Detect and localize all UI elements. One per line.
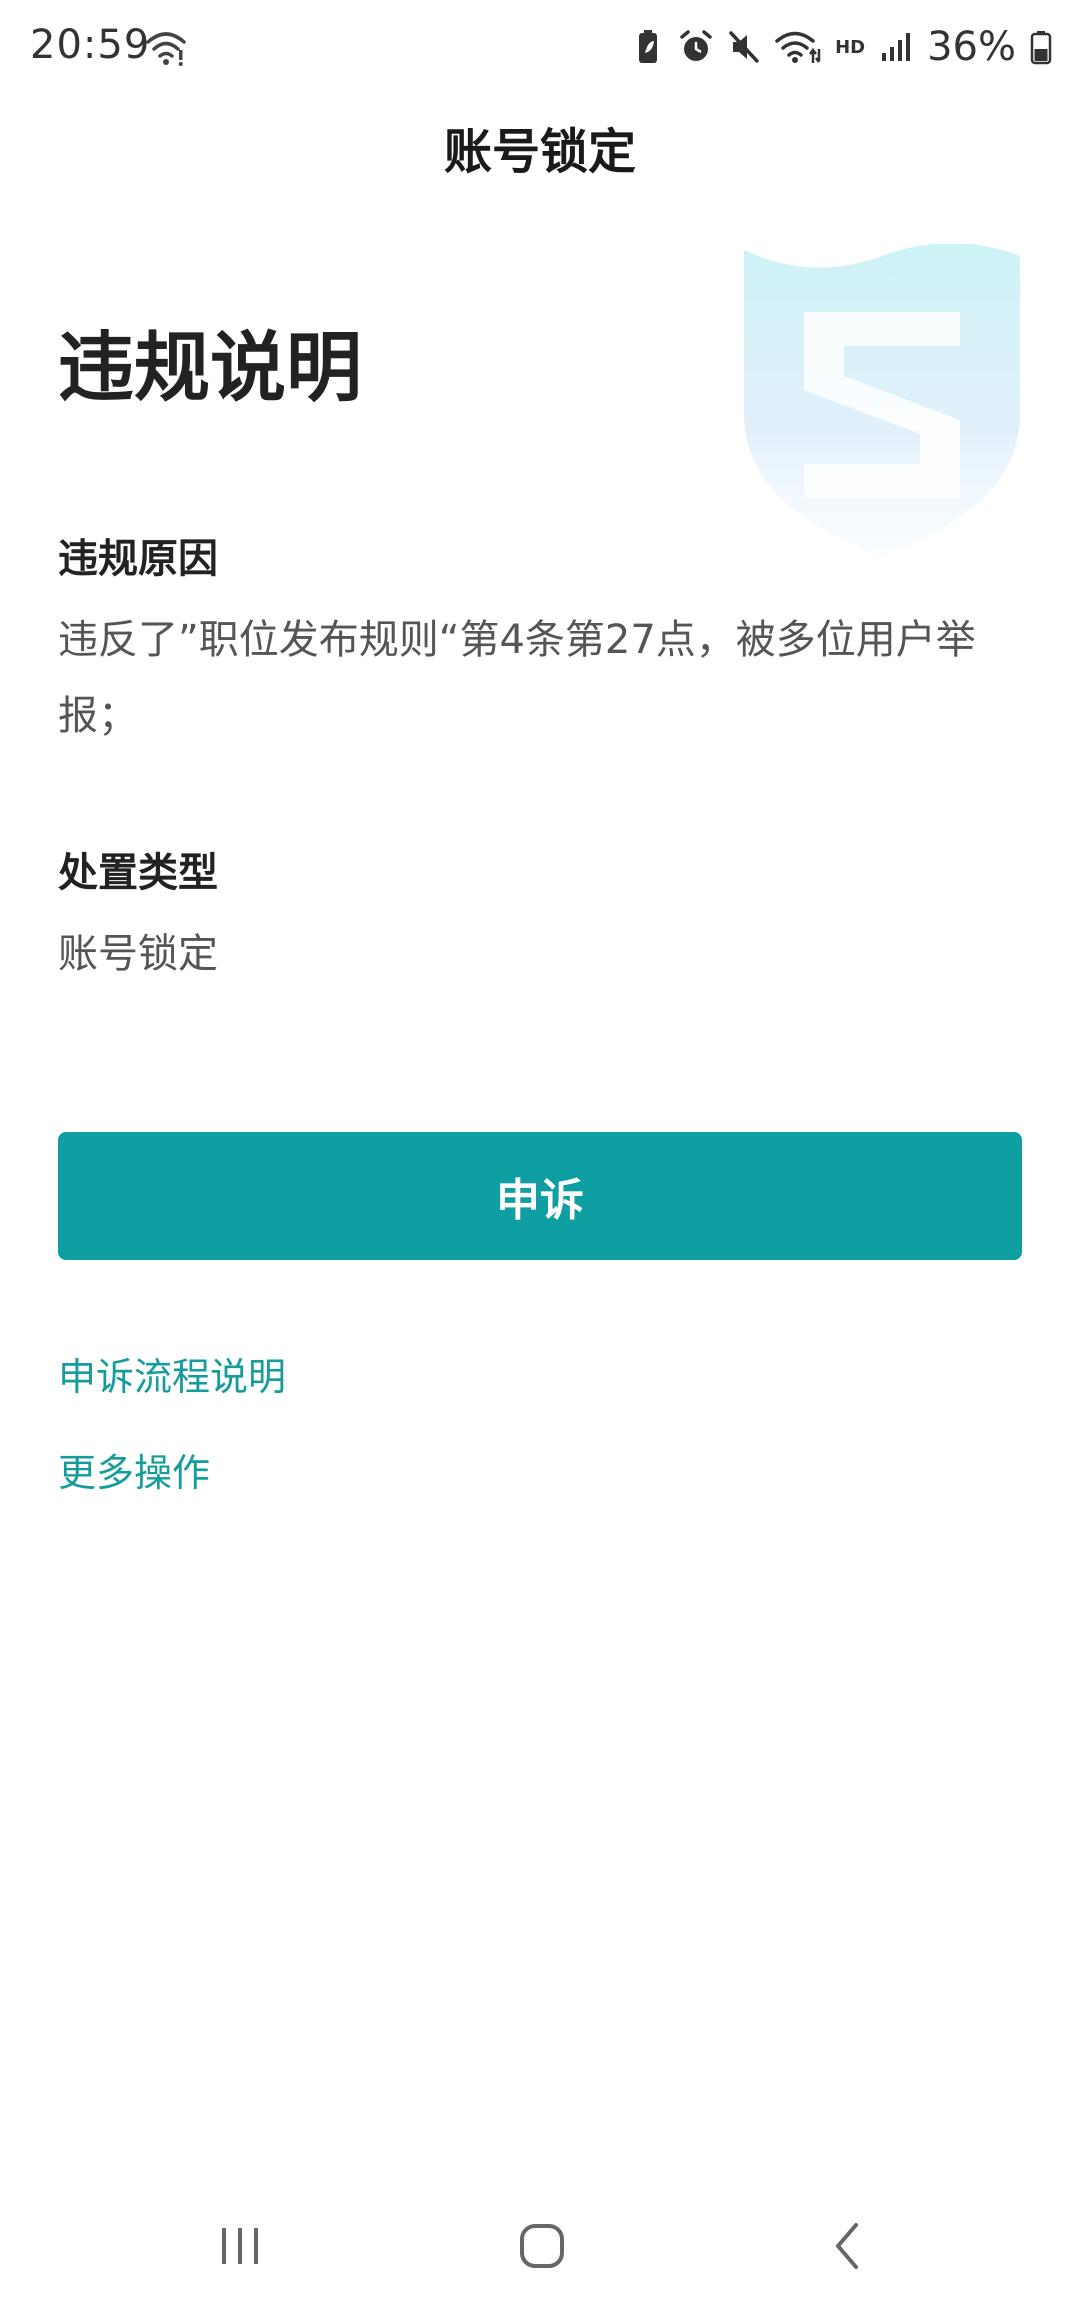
violation-heading: 违规说明 bbox=[58, 323, 362, 412]
battery-icon bbox=[1030, 31, 1052, 65]
home-button[interactable] bbox=[502, 2216, 582, 2276]
back-button[interactable] bbox=[808, 2216, 888, 2276]
appeal-button[interactable]: 申诉 bbox=[58, 1132, 1022, 1260]
signal-icon bbox=[882, 33, 911, 61]
status-time: 20:59 bbox=[30, 22, 151, 68]
wifi-icon bbox=[146, 32, 186, 66]
appeal-process-link[interactable]: 申诉流程说明 bbox=[58, 1346, 286, 1401]
alarm-icon bbox=[680, 30, 712, 61]
battery-percent: 36% bbox=[927, 24, 1016, 70]
disposal-type-text: 账号锁定 bbox=[58, 931, 218, 977]
wifi-data-icon bbox=[775, 31, 821, 63]
violation-reason-label: 违规原因 bbox=[58, 536, 218, 582]
hd-label: HD bbox=[835, 36, 866, 58]
shield-icon bbox=[744, 244, 1020, 556]
status-bar: 20:59 HD 36% bbox=[0, 0, 1080, 96]
recents-icon bbox=[222, 2228, 258, 2264]
battery-saver-icon bbox=[639, 30, 658, 63]
system-navigation-bar bbox=[0, 2196, 1080, 2316]
recents-button[interactable] bbox=[200, 2216, 280, 2276]
status-icons: HD 36% bbox=[631, 22, 1052, 72]
violation-reason-text: 违反了”职位发布规则“第4条第27点，被多位用户举报； bbox=[58, 617, 976, 739]
disposal-type-label: 处置类型 bbox=[58, 850, 218, 896]
more-actions-link[interactable]: 更多操作 bbox=[58, 1442, 210, 1497]
page-title: 账号锁定 bbox=[443, 124, 636, 180]
back-icon bbox=[836, 2223, 858, 2269]
mute-icon bbox=[729, 31, 759, 63]
home-icon bbox=[520, 2224, 564, 2268]
